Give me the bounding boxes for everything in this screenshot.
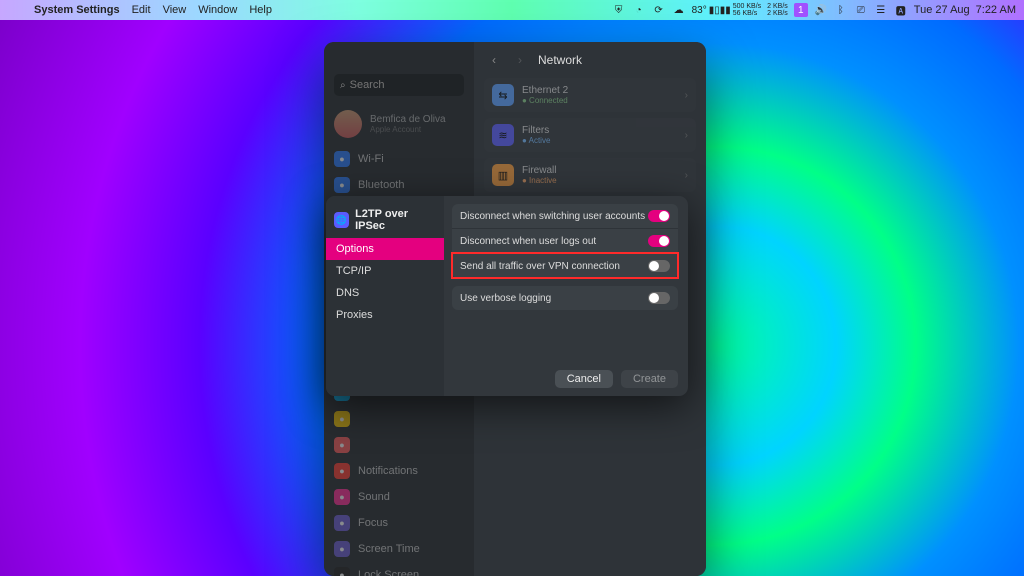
sheet-tab-proxies[interactable]: Proxies — [326, 304, 444, 326]
sidebar-item-notifications[interactable]: ● Notifications — [324, 458, 474, 484]
service-name: Ethernet 2 — [522, 85, 568, 96]
sheet-tab-options[interactable]: Options — [326, 238, 444, 260]
sidebar-item-row-11[interactable]: ● — [324, 432, 474, 458]
toggle[interactable] — [648, 260, 670, 272]
chevron-right-icon: › — [685, 130, 688, 141]
service-filters[interactable]: ≋ Filters● Active › — [484, 118, 696, 152]
service-icon: ⇆ — [492, 84, 514, 106]
chevron-right-icon: › — [685, 90, 688, 101]
shield-menu-icon[interactable]: ⛨ — [612, 3, 626, 17]
search-icon: ⌕ — [340, 80, 346, 91]
option-label: Use verbose logging — [460, 293, 551, 304]
option-disconnect-when-user-logs-out: Disconnect when user logs out — [452, 228, 678, 253]
sidebar-item-focus[interactable]: ● Focus — [324, 510, 474, 536]
sidebar-item-label: Sound — [358, 491, 390, 503]
toggle[interactable] — [648, 235, 670, 247]
option-send-all-traffic-over-vpn-connection: Send all traffic over VPN connection — [452, 253, 678, 278]
toggle[interactable] — [648, 210, 670, 222]
sidebar-item-sound[interactable]: ● Sound — [324, 484, 474, 510]
vpn-options-sheet: 🌐 L2TP over IPSec OptionsTCP/IPDNSProxie… — [326, 196, 688, 396]
menu-help[interactable]: Help — [249, 4, 272, 16]
service-status: ● Inactive — [522, 176, 557, 185]
service-status: ● Active — [522, 136, 550, 145]
sidebar-user[interactable]: Bemfica de Oliva Apple Account — [324, 102, 474, 146]
sheet-tab-dns[interactable]: DNS — [326, 282, 444, 304]
bt-menu-icon[interactable]: ᛒ — [834, 3, 848, 17]
option-label: Send all traffic over VPN connection — [460, 261, 620, 272]
sidebar-item-label: Focus — [358, 517, 388, 529]
option-label: Disconnect when switching user accounts — [460, 211, 645, 222]
service-name: Firewall — [522, 165, 557, 176]
temp-indicator[interactable]: 83° — [692, 5, 707, 16]
service-ethernet-2[interactable]: ⇆ Ethernet 2● Connected › — [484, 78, 696, 112]
menu-window[interactable]: Window — [198, 4, 237, 16]
menubar-time[interactable]: 7:22 AM — [976, 4, 1016, 16]
sheet-title: 🌐 L2TP over IPSec — [326, 202, 444, 238]
option-label: Disconnect when user logs out — [460, 236, 596, 247]
back-button[interactable]: ‹ — [486, 52, 502, 68]
sidebar-icon: ● — [334, 567, 350, 576]
sidebar-icon: ● — [334, 177, 350, 193]
toggle[interactable] — [648, 292, 670, 304]
service-status: ● Connected — [522, 96, 568, 105]
sidebar-icon: ● — [334, 463, 350, 479]
service-icon: ▥ — [492, 164, 514, 186]
battery-menu-icon[interactable]: 1 — [794, 3, 808, 17]
sidebar-item-wi-fi[interactable]: ● Wi-Fi — [324, 146, 474, 172]
sidebar-icon: ● — [334, 151, 350, 167]
sidebar-item-bluetooth[interactable]: ● Bluetooth — [324, 172, 474, 198]
create-button[interactable]: Create — [621, 370, 678, 388]
volume-menu-icon[interactable]: 🔊 — [814, 3, 828, 17]
menu-view[interactable]: View — [163, 4, 187, 16]
sidebar-item-label: Bluetooth — [358, 179, 404, 191]
cpu-bars-icon[interactable]: ▮▯▮▮ — [713, 3, 727, 17]
sheet-sidebar: 🌐 L2TP over IPSec OptionsTCP/IPDNSProxie… — [326, 196, 444, 396]
sidebar-item-label: Screen Time — [358, 543, 420, 555]
sidebar-icon: ● — [334, 411, 350, 427]
sidebar-icon: ● — [334, 437, 350, 453]
globe-icon: 🌐 — [334, 212, 349, 228]
cancel-button[interactable]: Cancel — [555, 370, 613, 388]
menubar: System Settings Edit View Window Help ⛨ … — [0, 0, 1024, 20]
display-menu-icon[interactable]: ⎚ — [854, 3, 868, 17]
sync-menu-icon[interactable]: ⟳ — [652, 3, 666, 17]
sidebar-search[interactable]: ⌕ — [334, 74, 464, 96]
user-sub: Apple Account — [370, 125, 446, 134]
page-title: Network — [538, 53, 582, 67]
forward-button[interactable]: › — [512, 52, 528, 68]
speed-menu-icon[interactable]: ◔ — [632, 3, 646, 17]
cloud-menu-icon[interactable]: ☁ — [672, 3, 686, 17]
chevron-right-icon: › — [685, 170, 688, 181]
service-name: Filters — [522, 125, 550, 136]
menubar-app[interactable]: System Settings — [34, 4, 120, 16]
sidebar-item-row-10[interactable]: ● — [324, 406, 474, 432]
menubar-date[interactable]: Tue 27 Aug — [914, 4, 970, 16]
sheet-main: Disconnect when switching user accounts D… — [444, 196, 688, 396]
service-firewall[interactable]: ▥ Firewall● Inactive › — [484, 158, 696, 192]
sidebar-icon: ● — [334, 489, 350, 505]
net2-indicator[interactable]: 2 KB/s2 KB/s — [767, 3, 788, 17]
sidebar-icon: ● — [334, 515, 350, 531]
net1-indicator[interactable]: 500 KB/s56 KB/s — [733, 3, 761, 17]
apple-icon[interactable] — [8, 3, 22, 17]
cc-menu-icon[interactable]: ☰ — [874, 3, 888, 17]
sidebar-item-label: Notifications — [358, 465, 418, 477]
sidebar-item-screen-time[interactable]: ● Screen Time — [324, 536, 474, 562]
user-name: Bemfica de Oliva — [370, 114, 446, 125]
search-input[interactable] — [350, 79, 458, 91]
sidebar-item-label: Lock Screen — [358, 569, 419, 576]
sidebar-icon: ● — [334, 541, 350, 557]
option-use-verbose-logging: Use verbose logging — [452, 286, 678, 310]
sidebar-item-label: Wi-Fi — [358, 153, 384, 165]
sheet-tab-tcp-ip[interactable]: TCP/IP — [326, 260, 444, 282]
lang-menu-icon[interactable]: 🅰 — [894, 3, 908, 17]
sidebar-item-lock-screen[interactable]: ● Lock Screen — [324, 562, 474, 576]
option-disconnect-when-switching-user-accounts: Disconnect when switching user accounts — [452, 204, 678, 228]
avatar — [334, 110, 362, 138]
service-icon: ≋ — [492, 124, 514, 146]
menu-edit[interactable]: Edit — [132, 4, 151, 16]
